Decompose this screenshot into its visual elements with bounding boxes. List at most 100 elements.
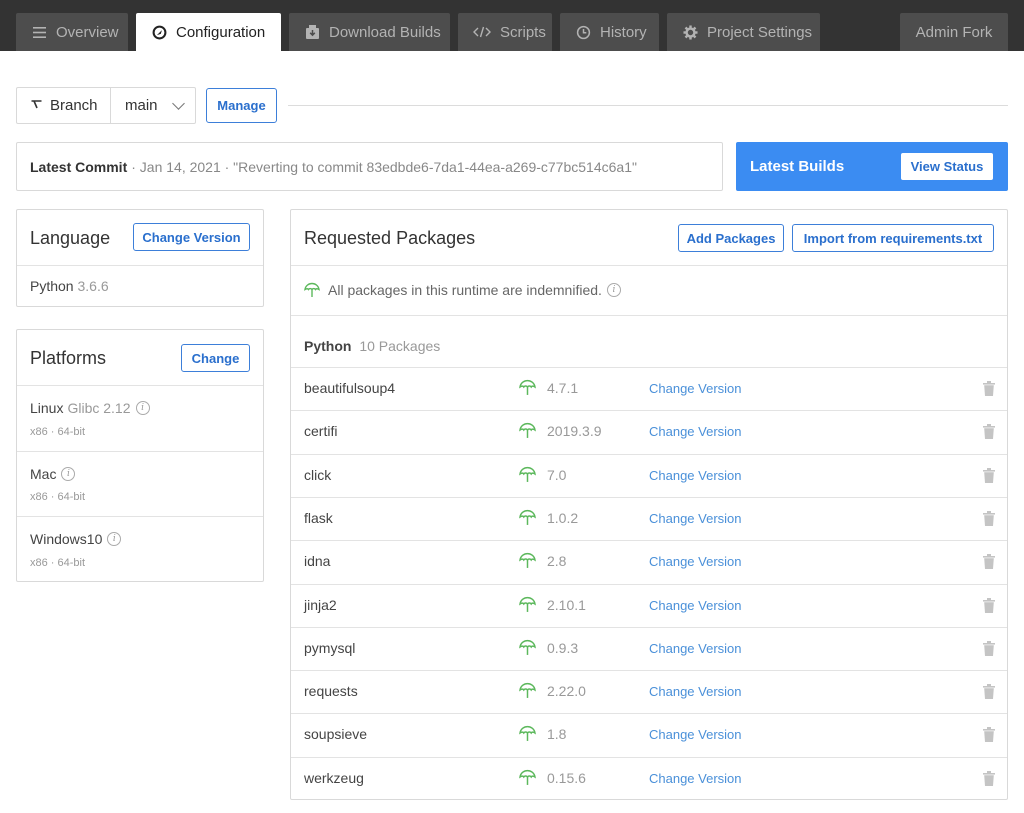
trash-icon[interactable] [983,640,995,659]
tab-project-settings[interactable]: Project Settings [667,13,820,51]
package-row: soupsieve 1.8 Change Version [291,713,1007,756]
tab-overview[interactable]: Overview [16,13,128,51]
info-icon[interactable]: i [61,467,76,481]
add-packages-button[interactable]: Add Packages [678,224,784,252]
language-name: Python [30,278,74,294]
tab-label: Download Builds [329,23,441,41]
admin-fork-label: Admin Fork [915,23,993,41]
package-name: pymysql [304,639,356,656]
change-version-link[interactable]: Change Version [649,424,742,439]
package-row: flask 1.0.2 Change Version [291,496,1007,540]
change-version-link[interactable]: Change Version [649,771,742,786]
umbrella-icon [519,422,536,442]
download-icon [304,24,320,40]
umbrella-icon [519,682,536,702]
platforms-title: Platforms [30,348,107,368]
package-name: werkzeug [304,769,364,786]
umbrella-icon [519,466,536,486]
branch-dropdown[interactable]: main [111,88,195,123]
divider [291,265,1007,266]
package-group-label: Python [304,338,352,354]
manage-branch-button[interactable]: Manage [206,88,277,123]
admin-fork-button[interactable]: Admin Fork [900,13,1008,51]
divider [17,516,263,517]
change-version-link[interactable]: Change Version [649,684,742,699]
package-row: jinja2 2.10.1 Change Version [291,583,1007,627]
umbrella-icon [519,596,536,616]
platform-arch: x86 · 64-bit [30,491,86,503]
divider [17,265,263,266]
trash-icon[interactable] [983,424,995,442]
package-version: 1.8 [547,726,567,743]
divider [288,105,1008,106]
umbrella-icon [519,639,536,659]
trash-icon[interactable] [983,684,995,702]
latest-builds-label: Latest Builds [750,158,845,175]
trash-icon[interactable] [983,510,995,529]
trash-icon[interactable] [983,770,995,789]
trash-icon[interactable] [983,381,995,399]
tab-download-builds[interactable]: Download Builds [289,13,450,51]
branch-label: Branch [17,88,111,123]
indemnified-text: All packages in this runtime are indemni… [328,282,602,298]
package-version: 2.22.0 [547,683,586,700]
chevron-down-icon [172,97,185,110]
trash-icon[interactable] [983,467,995,486]
tab-label: History [600,23,647,41]
change-version-link[interactable]: Change Version [649,511,742,526]
info-icon[interactable]: i [606,283,621,297]
platform-arch: x86 · 64-bit [30,426,86,438]
trash-icon[interactable] [983,597,995,616]
package-name: beautifulsoup4 [304,380,396,396]
info-icon[interactable]: i [135,401,150,415]
change-version-link[interactable]: Change Version [649,727,742,742]
change-language-version-button[interactable]: Change Version [133,223,250,251]
platform-name: Linux [30,400,64,416]
package-name: soupsieve [304,726,368,743]
package-row: idna 2.8 Change Version [291,540,1007,583]
code-icon [473,24,491,40]
info-icon[interactable]: i [107,532,122,546]
gear-icon [682,24,698,40]
change-platforms-button[interactable]: Change [181,344,250,372]
package-version: 0.9.3 [547,639,579,656]
package-row: beautifulsoup4 4.7.1 Change Version [291,367,1007,410]
top-nav-bar: Overview Configuration Download Builds S… [0,0,1024,51]
package-version: 2019.3.9 [547,423,602,440]
platform-item-mac: Mac i [30,466,76,482]
tab-label: Configuration [176,23,266,41]
tab-scripts[interactable]: Scripts [458,13,552,51]
change-version-link[interactable]: Change Version [649,598,742,613]
language-card: Language Change Version Python 3.6.6 [16,209,264,307]
change-version-link[interactable]: Change Version [649,381,742,396]
tab-label: Overview [56,23,119,41]
branch-label-text: Branch [50,97,98,114]
change-version-link[interactable]: Change Version [649,468,742,483]
change-version-link[interactable]: Change Version [649,641,742,656]
divider [17,385,263,386]
requested-packages-card: Requested Packages Add Packages Import f… [290,209,1008,800]
platform-name: Windows10 [30,531,103,547]
trash-icon[interactable] [983,554,995,572]
package-version: 1.0.2 [547,509,579,526]
package-version: 2.8 [547,553,567,570]
platform-item-linux: Linux Glibc 2.12 i [30,400,150,416]
umbrella-icon [519,379,536,399]
packages-title: Requested Packages [304,228,476,248]
package-version: 7.0 [547,466,567,483]
latest-builds-panel: Latest Builds View Status [736,142,1008,191]
umbrella-icon [519,725,536,745]
package-version: 0.15.6 [547,769,586,786]
import-requirements-button[interactable]: Import from requirements.txt [792,224,994,252]
divider [17,451,263,452]
umbrella-icon [519,769,536,789]
tab-configuration[interactable]: Configuration [136,13,281,51]
language-title: Language [30,228,111,248]
tab-history[interactable]: History [560,13,659,51]
latest-commit-label: Latest Commit [30,158,128,175]
platform-item-windows10: Windows10 i [30,531,122,547]
trash-icon[interactable] [983,727,995,745]
change-version-link[interactable]: Change Version [649,554,742,569]
package-version: 2.10.1 [547,596,586,613]
view-status-button[interactable]: View Status [901,153,993,180]
